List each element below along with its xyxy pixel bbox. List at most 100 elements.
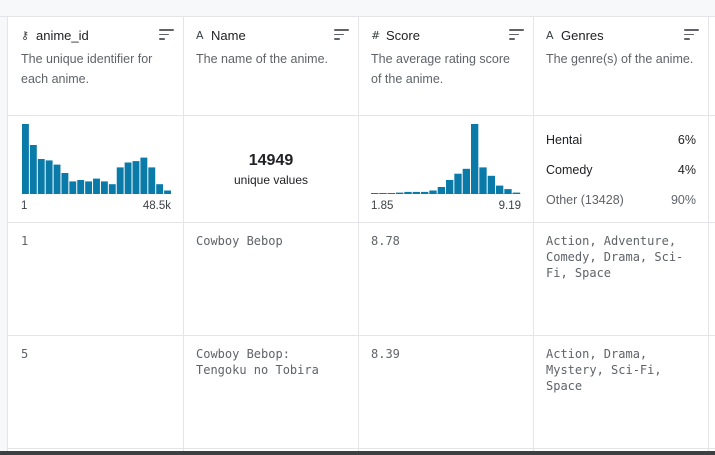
column-header-score[interactable]: # Score The average rating score of the …	[371, 17, 533, 115]
category-percent: 4%	[677, 163, 696, 177]
histogram-bar[interactable]	[446, 180, 454, 194]
histogram-bar[interactable]	[85, 181, 93, 194]
key-icon: ⚷	[21, 28, 30, 42]
row-divider	[8, 335, 715, 336]
histogram-anime-id	[22, 124, 171, 195]
sort-icon[interactable]	[509, 29, 524, 41]
summary-score: 1.85 9.19	[359, 116, 533, 222]
category-row: Hentai 6%	[546, 133, 696, 147]
histogram-bar[interactable]	[61, 173, 69, 194]
histogram-bar[interactable]	[108, 184, 116, 194]
histogram-bar[interactable]	[496, 185, 504, 194]
name-line: Tengoku no Tobira	[196, 363, 319, 377]
column-description: The average rating score of the anime.	[371, 52, 510, 86]
category-label: Comedy	[546, 163, 593, 177]
histogram-bar[interactable]	[100, 181, 108, 194]
horizontal-scrollbar[interactable]	[0, 451, 715, 455]
genres-line: Action, Drama,	[546, 347, 648, 361]
column-description: The unique identifier for each anime.	[21, 52, 153, 86]
sort-icon[interactable]	[334, 29, 349, 41]
histogram-bar[interactable]	[512, 192, 520, 194]
histogram-bar[interactable]	[37, 159, 45, 194]
row-divider	[8, 222, 715, 223]
histogram-bar[interactable]	[462, 168, 470, 194]
histogram-bar[interactable]	[412, 191, 420, 194]
histogram-min-label: 1	[21, 200, 28, 212]
histogram-bar[interactable]	[371, 193, 379, 194]
summary-name: 14949 unique values	[184, 116, 358, 222]
column-name: anime_id	[36, 27, 89, 43]
column-description: The name of the anime.	[196, 52, 329, 66]
category-percent: 90%	[670, 193, 696, 207]
histogram-bar[interactable]	[164, 190, 171, 195]
sort-icon[interactable]	[684, 29, 699, 41]
histogram-bar[interactable]	[93, 178, 100, 194]
summary-anime-id: 1 48.5k	[8, 116, 183, 222]
genres-line: Space	[546, 379, 583, 393]
text-type-icon: A	[196, 28, 204, 42]
column-header-anime-id[interactable]: ⚷ anime_id The unique identifier for eac…	[21, 17, 183, 115]
histogram-bar[interactable]	[45, 160, 53, 194]
category-label: Other (13428)	[546, 193, 624, 207]
cell-genres[interactable]: Action, Drama, Mystery, Sci-Fi, Space	[546, 346, 706, 394]
row-gutter	[0, 17, 8, 455]
category-percent: 6%	[677, 133, 696, 147]
histogram-bar[interactable]	[396, 192, 404, 194]
toolbar-strip	[0, 0, 715, 17]
histogram-bar[interactable]	[124, 162, 132, 195]
column-divider	[708, 17, 709, 451]
histogram-bar[interactable]	[504, 189, 512, 194]
row-divider	[8, 448, 715, 449]
text-type-icon: A	[546, 28, 554, 42]
histogram-bar[interactable]	[116, 167, 124, 194]
histogram-bar[interactable]	[156, 184, 164, 194]
summary-genres: Hentai 6% Comedy 4% Other (13428) 90%	[534, 116, 708, 222]
name-line: Cowboy Bebop:	[196, 347, 290, 361]
histogram-bar[interactable]	[22, 124, 29, 194]
column-name: Score	[386, 27, 420, 43]
cell-score[interactable]: 8.39	[371, 346, 526, 362]
cell-name[interactable]: Cowboy Bebop	[196, 233, 351, 249]
histogram-bar[interactable]	[437, 187, 445, 194]
category-label: Hentai	[546, 133, 583, 147]
histogram-bar[interactable]	[421, 191, 429, 194]
unique-label: unique values	[233, 173, 309, 187]
category-row: Comedy 4%	[546, 163, 696, 177]
column-header-name[interactable]: A Name The name of the anime.	[196, 17, 358, 115]
histogram-bar[interactable]	[379, 193, 387, 194]
column-description: The genre(s) of the anime.	[546, 52, 694, 66]
histogram-bar[interactable]	[487, 175, 495, 194]
histogram-bar[interactable]	[77, 180, 85, 194]
histogram-bar[interactable]	[140, 157, 148, 194]
histogram-bar[interactable]	[132, 161, 140, 194]
column-divider	[533, 17, 534, 451]
histogram-bar[interactable]	[53, 164, 61, 194]
genres-line: Fi, Space	[546, 266, 612, 280]
histogram-bar[interactable]	[69, 181, 77, 194]
histogram-bar[interactable]	[429, 190, 437, 195]
column-divider	[358, 17, 359, 451]
histogram-bar[interactable]	[29, 145, 37, 194]
cell-genres[interactable]: Action, Adventure, Comedy, Drama, Sci- F…	[546, 233, 706, 281]
histogram-bar[interactable]	[148, 167, 156, 194]
histogram-bar[interactable]	[479, 167, 487, 194]
histogram-bar[interactable]	[404, 191, 412, 194]
data-table: ⚷ anime_id The unique identifier for eac…	[8, 17, 715, 451]
genres-line: Action, Adventure,	[546, 234, 677, 248]
cell-anime-id[interactable]: 5	[21, 346, 176, 362]
cell-anime-id[interactable]: 1	[21, 233, 176, 249]
column-header-genres[interactable]: A Genres The genre(s) of the anime.	[546, 17, 708, 115]
unique-count: 14949	[248, 152, 294, 169]
cell-name[interactable]: Cowboy Bebop: Tengoku no Tobira	[196, 346, 351, 378]
sort-icon[interactable]	[159, 29, 174, 41]
category-row-other: Other (13428) 90%	[546, 193, 696, 207]
genres-line: Mystery, Sci-Fi,	[546, 363, 662, 377]
column-name: Name	[211, 27, 246, 43]
histogram-bar[interactable]	[471, 124, 479, 194]
cell-score[interactable]: 8.78	[371, 233, 526, 249]
histogram-max-label: 9.19	[498, 200, 521, 212]
column-divider	[183, 17, 184, 451]
histogram-bar[interactable]	[454, 173, 462, 194]
histogram-bar[interactable]	[387, 193, 395, 194]
histogram-score	[371, 124, 521, 194]
